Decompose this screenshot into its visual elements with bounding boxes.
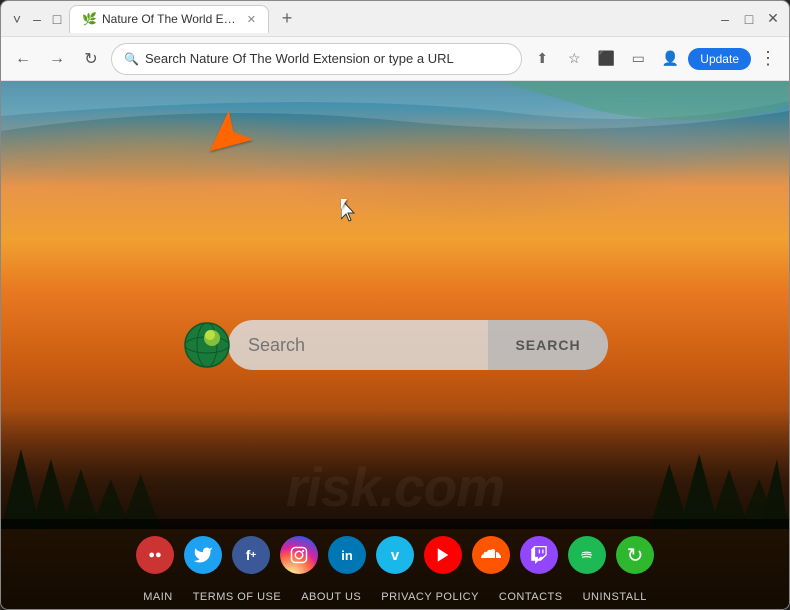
watermark-logo: risk.com <box>286 455 504 519</box>
maximize-button[interactable]: □ <box>49 11 65 27</box>
lock-icon: 🔍 <box>124 52 139 66</box>
nav-links-row: MAIN TERMS OF USE ABOUT US PRIVACY POLIC… <box>1 587 789 609</box>
search-input[interactable] <box>228 320 488 370</box>
linkedin-icon[interactable]: in <box>328 536 366 574</box>
tab-close-button[interactable]: ✕ <box>247 13 256 26</box>
twitter-icon[interactable] <box>184 536 222 574</box>
search-section: SEARCH <box>182 320 608 370</box>
nav-bar: ← → ↻ 🔍 ⬆ ☆ ⬛ ▭ 👤 Update ⋮ <box>1 37 789 81</box>
extensions-icon[interactable]: ⬛ <box>592 45 620 73</box>
refresh-icon[interactable]: ↻ <box>616 536 654 574</box>
nav-link-main[interactable]: MAIN <box>143 591 173 603</box>
search-logo <box>182 320 232 370</box>
nav-link-uninstall[interactable]: UNINSTALL <box>583 591 647 603</box>
new-tab-button[interactable]: + <box>273 5 301 33</box>
address-input[interactable] <box>145 51 509 66</box>
nav-link-contacts[interactable]: CONTACTS <box>499 591 563 603</box>
address-bar[interactable]: 🔍 <box>111 43 522 75</box>
profile-icon[interactable]: 👤 <box>656 45 684 73</box>
wave-decoration <box>1 81 789 141</box>
window-minimize-button[interactable]: – <box>717 11 733 27</box>
more-options-button[interactable]: ⋮ <box>755 48 781 69</box>
twitch-icon[interactable] <box>520 536 558 574</box>
refresh-button[interactable]: ↻ <box>77 45 105 73</box>
main-content: ➤ <box>1 81 789 609</box>
youtube-icon[interactable] <box>424 536 462 574</box>
nav-link-privacy[interactable]: PRIVACY POLICY <box>381 591 479 603</box>
forward-button[interactable]: → <box>43 45 71 73</box>
browser-window: ˅ – □ 🌿 Nature Of The World Extension ✕ … <box>0 0 790 610</box>
spotify-icon[interactable] <box>568 536 606 574</box>
tab-favicon: 🌿 <box>82 12 96 26</box>
social-icons-row: ●● f+ in v <box>1 519 789 587</box>
update-button[interactable]: Update <box>688 48 751 70</box>
window-maximize-button[interactable]: □ <box>741 11 757 27</box>
title-bar: ˅ – □ 🌿 Nature Of The World Extension ✕ … <box>1 1 789 37</box>
soundcloud-icon[interactable] <box>472 536 510 574</box>
search-input-wrapper: SEARCH <box>228 320 608 370</box>
facebook-icon[interactable]: f+ <box>232 536 270 574</box>
bookmark-icon[interactable]: ☆ <box>560 45 588 73</box>
bottom-bar: ●● f+ in v <box>1 519 789 609</box>
search-button[interactable]: SEARCH <box>488 320 608 370</box>
sidebar-icon[interactable]: ▭ <box>624 45 652 73</box>
share-icon[interactable]: ⬆ <box>528 45 556 73</box>
vimeo-icon[interactable]: v <box>376 536 414 574</box>
tab-title: Nature Of The World Extension <box>102 12 237 26</box>
nav-actions: ⬆ ☆ ⬛ ▭ 👤 Update ⋮ <box>528 45 781 73</box>
window-close-button[interactable]: ✕ <box>765 11 781 27</box>
chevron-down-icon[interactable]: ˅ <box>9 11 25 27</box>
nav-link-terms[interactable]: TERMS OF USE <box>193 591 282 603</box>
instagram-icon[interactable] <box>280 536 318 574</box>
active-tab[interactable]: 🌿 Nature Of The World Extension ✕ <box>69 5 269 33</box>
title-bar-controls: – □ ✕ <box>717 11 781 27</box>
nav-link-about[interactable]: ABOUT US <box>301 591 361 603</box>
minimize-button[interactable]: – <box>29 11 45 27</box>
custom-icon[interactable]: ●● <box>136 536 174 574</box>
back-button[interactable]: ← <box>9 45 37 73</box>
